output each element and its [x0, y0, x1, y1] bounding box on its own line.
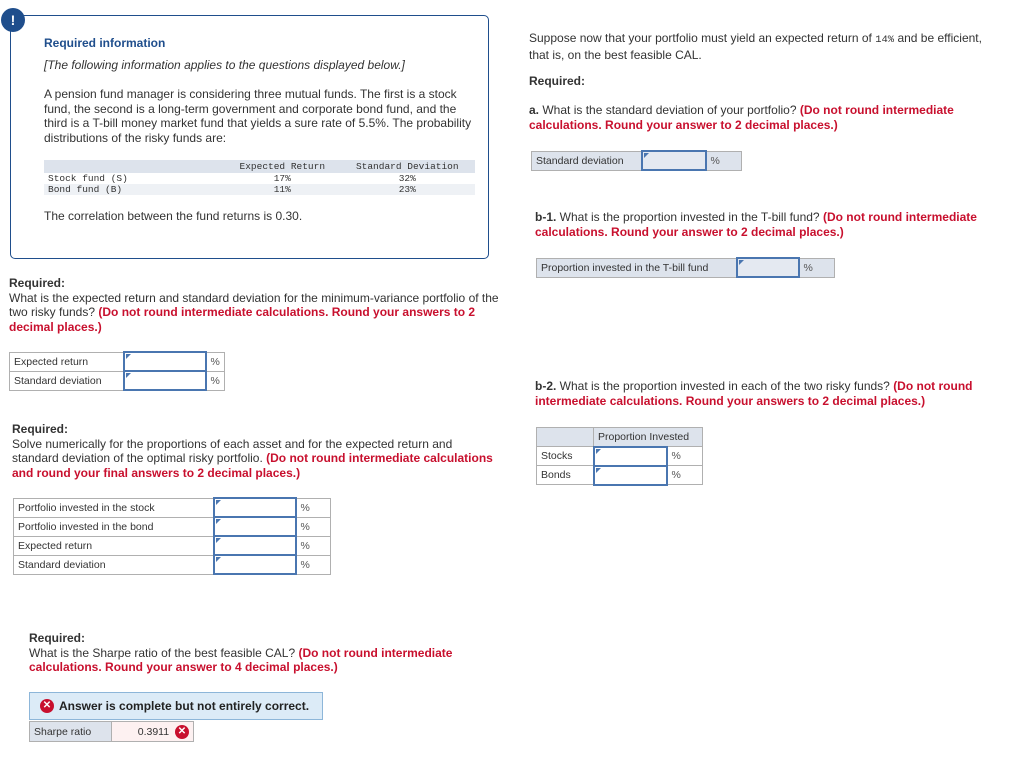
fund-row-stock: Stock fund (S) 17% 32%	[44, 173, 475, 184]
answer-row: Standard deviation %	[531, 150, 742, 171]
bond-proportion-input[interactable]	[212, 516, 297, 537]
result-banner: ✕ Answer is complete but not entirely co…	[29, 692, 323, 720]
bonds-proportion-input[interactable]	[592, 464, 668, 486]
table-header-row: Proportion Invested	[536, 427, 703, 447]
answer-label: Portfolio invested in the bond	[13, 516, 214, 537]
incorrect-icon: ✕	[175, 724, 189, 739]
info-body: A pension fund manager is considering th…	[44, 87, 472, 145]
alert-icon: !	[1, 8, 25, 32]
answer-row: Bonds %	[536, 464, 703, 486]
answer-label: Proportion invested in the T-bill fund	[536, 257, 737, 278]
standard-deviation-input[interactable]	[122, 370, 207, 391]
incorrect-icon: ✕	[40, 699, 54, 713]
percent-unit: %	[205, 351, 225, 372]
percent-unit: %	[295, 535, 331, 556]
answer-row: Expected return %	[9, 351, 225, 372]
fund-table-header-blank	[44, 160, 226, 173]
fund-std-dev: 23%	[339, 184, 475, 195]
answer-row: Portfolio invested in the bond %	[13, 516, 331, 537]
correlation-text: The correlation between the fund returns…	[44, 209, 303, 223]
sharpe-ratio-value[interactable]: 0.3911 ✕	[111, 721, 194, 742]
question-a: a. What is the standard deviation of you…	[529, 103, 999, 132]
question-text: What is the standard deviation of your p…	[539, 103, 800, 117]
percent-unit: %	[205, 370, 225, 391]
info-subtitle: [The following information applies to th…	[44, 58, 405, 72]
question-prefix: a.	[529, 103, 540, 117]
answer-row: Proportion invested in the T-bill fund %	[536, 257, 835, 278]
required-label: Required:	[12, 422, 69, 436]
question-prefix: b-1.	[535, 210, 557, 224]
answer-label: Portfolio invested in the stock	[13, 497, 214, 518]
sharpe-ratio-table: Sharpe ratio 0.3911 ✕	[29, 721, 194, 742]
optimal-risky-answer-table: Portfolio invested in the stock % Portfo…	[13, 497, 331, 575]
fund-expected-return: 11%	[225, 184, 340, 195]
answer-row: Stocks %	[536, 445, 703, 467]
answer-label: Expected return	[9, 351, 124, 372]
std-dev-answer-table: Standard deviation %	[531, 150, 742, 171]
percent-unit: %	[798, 257, 835, 278]
proportion-invested-header: Proportion Invested	[593, 427, 703, 447]
answer-label: Bonds	[536, 465, 594, 485]
fund-label: Bond fund (B)	[44, 184, 226, 195]
required-information-panel: Required information [The following info…	[10, 15, 489, 259]
question-b1: b-1. What is the proportion invested in …	[535, 210, 1005, 239]
answer-row: Standard deviation %	[9, 370, 225, 391]
fund-label: Stock fund (S)	[48, 173, 128, 184]
answer-row: Portfolio invested in the stock %	[13, 497, 331, 518]
fund-std-dev: 32%	[398, 173, 416, 184]
answer-row: Sharpe ratio 0.3911 ✕	[29, 721, 194, 742]
required-label: Required:	[29, 631, 86, 645]
fund-row-bond: Bond fund (B) 11% 23%	[44, 184, 475, 195]
header-blank	[536, 427, 594, 447]
answer-label: Expected return	[13, 535, 214, 556]
tbill-proportion-input[interactable]	[735, 257, 800, 278]
fund-table-header-stddev: Standard Deviation	[339, 160, 475, 173]
question-min-variance: Required: What is the expected return an…	[9, 276, 519, 334]
question-optimal-risky: Required: Solve numerically for the prop…	[12, 422, 502, 480]
question-text: What is the proportion invested in each …	[556, 379, 894, 393]
tbill-answer-table: Proportion invested in the T-bill fund %	[536, 257, 835, 278]
percent-unit: %	[295, 554, 331, 575]
percent-unit: %	[705, 150, 742, 171]
answer-label: Stocks	[536, 446, 594, 466]
standard-deviation-input[interactable]	[212, 554, 297, 575]
stock-proportion-input[interactable]	[212, 497, 297, 518]
expected-return-input[interactable]	[212, 535, 297, 556]
percent-unit: %	[666, 446, 703, 466]
result-banner-text: Answer is complete but not entirely corr…	[59, 699, 310, 713]
question-text: What is the proportion invested in the T…	[556, 210, 823, 224]
min-variance-answer-table: Expected return % Standard deviation %	[9, 351, 225, 391]
info-title: Required information	[44, 36, 166, 50]
fund-distribution-table: Expected Return Standard Deviation Stock…	[44, 160, 475, 195]
answer-label: Standard deviation	[531, 150, 642, 171]
answer-row: Standard deviation %	[13, 554, 331, 575]
sharpe-ratio-text: 0.3911	[137, 725, 170, 738]
answer-label: Standard deviation	[9, 370, 124, 391]
answer-row: Expected return %	[13, 535, 331, 556]
percent-unit: %	[666, 465, 703, 485]
percent-unit: %	[295, 497, 331, 518]
stocks-proportion-input[interactable]	[592, 445, 668, 467]
required-label: Required:	[9, 276, 66, 290]
question-b2: b-2. What is the proportion invested in …	[535, 379, 1005, 408]
cal-intro: Suppose now that your portfolio must yie…	[529, 31, 989, 62]
percent-unit: %	[295, 516, 331, 537]
answer-label: Sharpe ratio	[29, 721, 112, 742]
intro-text: Suppose now that your portfolio must yie…	[529, 31, 876, 45]
fund-table-header-return: Expected Return	[225, 160, 340, 173]
required-label: Required:	[529, 74, 586, 88]
risky-funds-answer-table: Proportion Invested Stocks % Bonds %	[536, 427, 703, 486]
question-prefix: b-2.	[535, 379, 557, 393]
target-return-value: 14%	[875, 34, 895, 46]
answer-label: Standard deviation	[13, 554, 214, 575]
expected-return-input[interactable]	[122, 351, 207, 372]
standard-deviation-input[interactable]	[640, 150, 707, 171]
question-sharpe-ratio: Required: What is the Sharpe ratio of th…	[29, 631, 499, 675]
fund-expected-return: 17%	[273, 173, 291, 184]
question-text: What is the Sharpe ratio of the best fea…	[29, 645, 299, 660]
fund-table-header: Expected Return Standard Deviation	[44, 160, 475, 173]
